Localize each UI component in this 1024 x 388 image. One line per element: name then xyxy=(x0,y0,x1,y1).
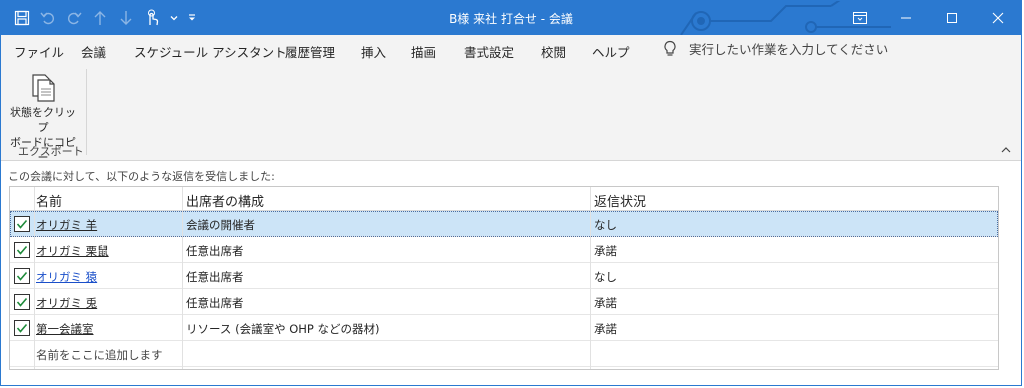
tab-draw[interactable]: 描画 xyxy=(411,42,436,61)
attendee-response: なし xyxy=(594,270,617,284)
checkmark-icon xyxy=(16,245,28,255)
tab-meeting[interactable]: 会議 xyxy=(81,42,106,61)
attendee-role[interactable]: 会議の開催者 xyxy=(186,217,255,233)
attendee-role[interactable]: 任意出席者 xyxy=(186,269,244,285)
tab-file[interactable]: ファイル xyxy=(14,42,64,61)
attendee-name[interactable]: オリガミ 羊 xyxy=(36,217,97,233)
tab-scheduling-assistant[interactable]: スケジュール アシスタント xyxy=(134,42,287,61)
tell-me-search[interactable]: 実行したい作業を入力してください xyxy=(663,39,888,58)
column-header-name[interactable]: 名前 xyxy=(36,191,62,210)
column-header-attendance[interactable]: 出席者の構成 xyxy=(186,191,264,210)
tab-insert[interactable]: 挿入 xyxy=(361,42,386,61)
attendee-role[interactable]: 任意出席者 xyxy=(186,295,244,311)
table-row[interactable]: 第一会議室 リソース (会議室や OHP などの器材) 承諾 xyxy=(10,315,998,341)
checkmark-icon xyxy=(16,219,28,229)
copy-status-label-line1: 状態をクリップ xyxy=(10,106,76,134)
checkmark-icon xyxy=(16,323,28,333)
tab-format[interactable]: 書式設定 xyxy=(464,42,514,61)
minimize-button[interactable] xyxy=(883,1,929,35)
attendee-role[interactable]: 任意出席者 xyxy=(186,243,244,259)
tab-review[interactable]: 校閲 xyxy=(541,42,566,61)
column-header-response[interactable]: 返信状況 xyxy=(594,191,646,210)
maximize-icon xyxy=(947,13,957,23)
column-divider xyxy=(182,187,183,369)
attendee-name[interactable]: オリガミ 兎 xyxy=(36,295,97,311)
ribbon-display-options-icon xyxy=(853,12,867,24)
group-separator xyxy=(86,69,87,155)
table-row[interactable]: オリガミ 兎 任意出席者 承諾 xyxy=(10,289,998,315)
add-name-placeholder[interactable]: 名前をここに追加します xyxy=(36,347,163,363)
ribbon-display-options-button[interactable] xyxy=(837,1,883,35)
attendee-response: 承諾 xyxy=(594,244,617,258)
tab-help[interactable]: ヘルプ xyxy=(592,42,630,61)
checkmark-icon xyxy=(16,271,28,281)
table-header: 名前 出席者の構成 返信状況 xyxy=(10,187,998,211)
maximize-button[interactable] xyxy=(929,1,975,35)
attendee-name[interactable]: オリガミ 猿 xyxy=(36,269,97,285)
attendee-response: 承諾 xyxy=(594,322,617,336)
attendee-checkbox[interactable] xyxy=(14,320,30,336)
column-divider xyxy=(34,187,35,369)
add-name-row[interactable]: 名前をここに追加します xyxy=(10,341,998,367)
attendee-response: 承諾 xyxy=(594,296,617,310)
table-row[interactable]: オリガミ 羊 会議の開催者 なし xyxy=(10,211,998,237)
attendee-name[interactable]: 第一会議室 xyxy=(36,321,94,337)
attendee-checkbox[interactable] xyxy=(14,242,30,258)
copy-status-to-clipboard-button[interactable]: 状態をクリップ ボードにコピー xyxy=(5,71,81,164)
title-bar: B様 来社 打合せ - 会議 xyxy=(1,1,1021,35)
table-row[interactable]: オリガミ 栗鼠 任意出席者 承諾 xyxy=(10,237,998,263)
export-group-label: エクスポート xyxy=(18,145,84,158)
close-icon xyxy=(992,12,1004,24)
copy-icon xyxy=(32,74,55,102)
lightbulb-icon xyxy=(664,40,676,56)
column-divider xyxy=(590,187,591,369)
attendee-role[interactable]: リソース (会議室や OHP などの器材) xyxy=(186,321,380,337)
collapse-ribbon-button[interactable] xyxy=(999,143,1013,157)
tab-tracking[interactable]: 履歴管理 xyxy=(285,42,336,68)
checkmark-icon xyxy=(16,297,28,307)
attendee-checkbox[interactable] xyxy=(14,216,30,232)
attendee-checkbox[interactable] xyxy=(14,294,30,310)
attendee-response: なし xyxy=(594,218,617,232)
outlook-meeting-window: B様 来社 打合せ - 会議 ファイル 会議 スケジュール アシスタント 履歴管… xyxy=(0,0,1022,386)
tell-me-label: 実行したい作業を入力してください xyxy=(689,42,889,57)
ribbon-panel: 状態をクリップ ボードにコピー エクスポート xyxy=(1,65,1021,164)
table-row[interactable]: オリガミ 猿 任意出席者 なし xyxy=(10,263,998,289)
attendee-name[interactable]: オリガミ 栗鼠 xyxy=(36,243,109,259)
minimize-icon xyxy=(901,17,911,19)
ribbon-tabs: ファイル 会議 スケジュール アシスタント 履歴管理 挿入 描画 書式設定 校閲… xyxy=(1,35,1021,68)
responses-info-text: この会議に対して、以下のような返信を受信しました: xyxy=(8,170,275,183)
close-button[interactable] xyxy=(975,1,1021,35)
tracking-table: 名前 出席者の構成 返信状況 オリガミ 羊 会議の開催者 なし オリガミ 栗鼠 … xyxy=(9,186,999,370)
chevron-up-icon xyxy=(1001,147,1011,153)
attendee-checkbox[interactable] xyxy=(14,268,30,284)
